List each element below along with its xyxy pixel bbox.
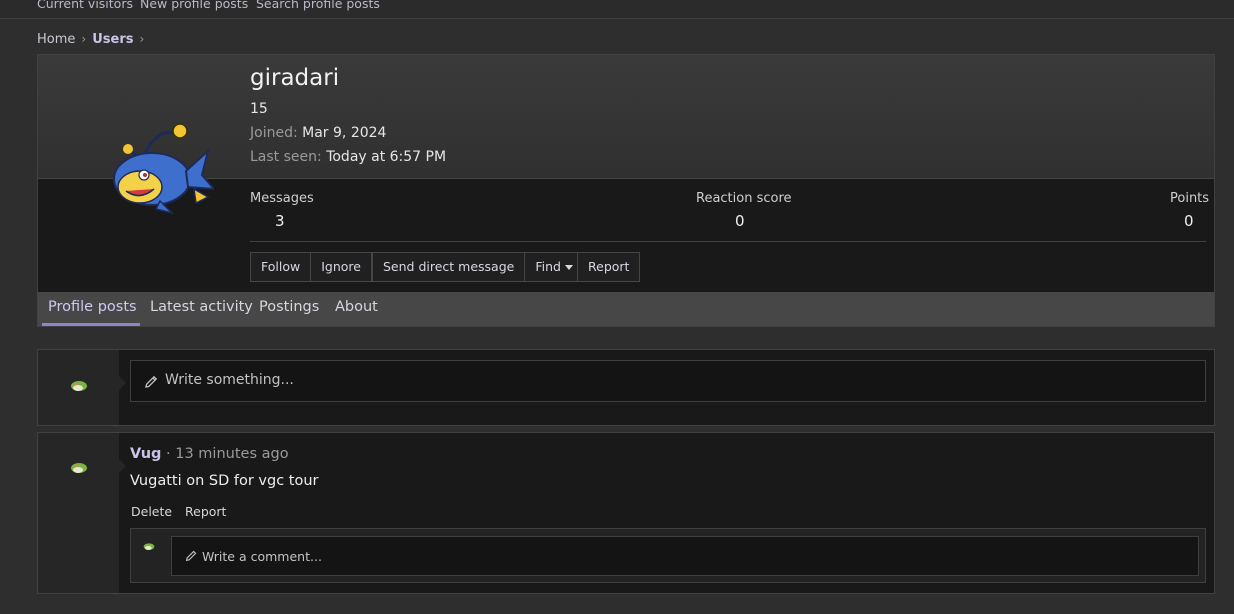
last-seen-time[interactable]: Today at 6:57 PM (326, 149, 446, 165)
write-comment-placeholder: Write a comment... (202, 549, 322, 564)
post-timestamp[interactable]: · 13 minutes ago (166, 446, 289, 462)
new-profile-post-composer: Write something... (37, 349, 1215, 426)
report-user-button[interactable]: Report (578, 253, 639, 281)
find-menu-button[interactable]: Find (524, 253, 583, 281)
stat-messages-label: Messages (250, 191, 314, 206)
follow-button[interactable]: Follow (251, 253, 310, 281)
write-something-placeholder: Write something... (165, 372, 294, 388)
joined-date: Mar 9, 2024 (302, 125, 387, 141)
follow-ignore-group: Follow Ignore (250, 252, 372, 282)
last-seen-label: Last seen: (250, 149, 322, 165)
comment-section: Write a comment... (130, 528, 1206, 583)
active-tab-indicator (42, 323, 140, 326)
ignore-button[interactable]: Ignore (310, 253, 371, 281)
profile-tabs: Profile posts Latest activity Postings A… (38, 292, 1214, 326)
message-find-group: Send direct message Find (372, 252, 584, 282)
pencil-icon (185, 550, 197, 562)
stat-points-label: Points (1170, 191, 1210, 206)
nav-new-profile-posts[interactable]: New profile posts (140, 0, 248, 11)
sub-navigation: Current visitors New profile posts Searc… (0, 0, 1234, 19)
breadcrumb-home[interactable]: Home (37, 32, 75, 47)
stat-reaction-label: Reaction score (696, 191, 792, 206)
breadcrumb-separator: › (81, 32, 87, 46)
joined-info: Joined: Mar 9, 2024 (250, 125, 386, 141)
user-avatar[interactable] (74, 117, 214, 227)
post-delete-link[interactable]: Delete (131, 504, 172, 519)
breadcrumb: Home › Users › (37, 32, 150, 47)
tab-postings[interactable]: Postings (259, 299, 319, 315)
tab-about[interactable]: About (335, 299, 378, 315)
nav-current-visitors[interactable]: Current visitors (37, 0, 133, 11)
post-report-link[interactable]: Report (185, 504, 226, 519)
pencil-icon (145, 375, 158, 388)
post-author-avatar[interactable] (70, 460, 88, 474)
breadcrumb-separator: › (139, 32, 145, 46)
stat-points-value[interactable]: 0 (1184, 212, 1194, 230)
member-profile-card: giradari 15 Joined: Mar 9, 2024 Last see… (37, 54, 1215, 327)
tab-profile-posts[interactable]: Profile posts (48, 299, 137, 315)
breadcrumb-users[interactable]: Users (92, 32, 133, 47)
find-label: Find (535, 259, 561, 274)
nav-search-profile-posts[interactable]: Search profile posts (256, 0, 380, 11)
chevron-down-icon (564, 265, 573, 270)
last-seen-info: Last seen: Today at 6:57 PM (250, 149, 446, 165)
stats-divider (250, 241, 1206, 242)
stat-messages-value[interactable]: 3 (275, 212, 285, 230)
report-group: Report (577, 252, 641, 282)
write-comment-input[interactable]: Write a comment... (171, 536, 1199, 576)
tab-latest-activity[interactable]: Latest activity (150, 299, 253, 315)
user-title: 15 (250, 101, 268, 117)
profile-post: Vug · 13 minutes ago Vugatti on SD for v… (37, 432, 1215, 594)
stat-reaction-value: 0 (735, 212, 745, 230)
commenter-avatar[interactable] (143, 541, 155, 551)
profile-username: giradari (250, 65, 340, 91)
send-direct-message-button[interactable]: Send direct message (373, 253, 524, 281)
post-author-name[interactable]: Vug (130, 446, 161, 462)
joined-label: Joined: (250, 125, 298, 141)
write-something-input[interactable]: Write something... (130, 360, 1206, 402)
post-avatar-column (38, 433, 126, 593)
current-user-avatar[interactable] (70, 378, 88, 392)
composer-avatar-column (38, 350, 126, 425)
post-content: Vugatti on SD for vgc tour (130, 473, 319, 489)
profile-header (38, 55, 1214, 179)
post-author-line: Vug · 13 minutes ago (130, 446, 289, 462)
